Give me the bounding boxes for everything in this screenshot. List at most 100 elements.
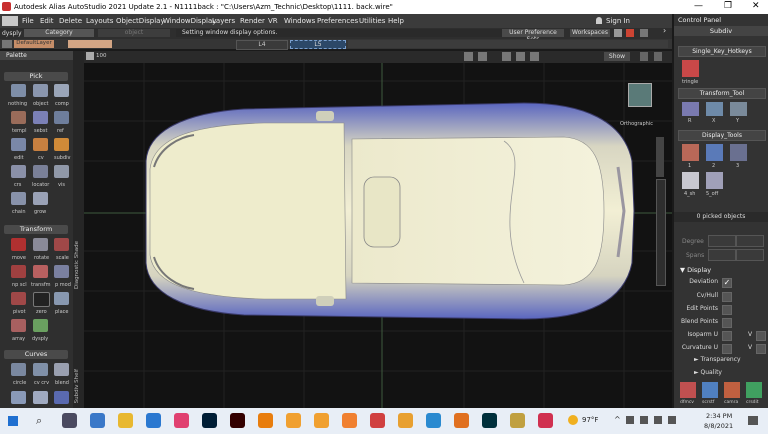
object-dropdown[interactable]: object — [98, 29, 170, 37]
transform-array-icon[interactable] — [11, 319, 26, 332]
workspaces-button[interactable]: Workspaces — [570, 29, 610, 37]
subdiv-tab[interactable]: Subdiv — [674, 26, 768, 36]
hotkeys-button[interactable]: Single_Key_Hotkeys — [678, 46, 766, 57]
blendpoints-row[interactable]: Blend Points — [676, 316, 766, 328]
menu-delete[interactable]: Delete — [59, 17, 82, 25]
view-icon-4[interactable] — [516, 52, 525, 61]
diagnostic-shade-tab[interactable]: Diagnostic Shade — [74, 241, 80, 289]
autodesk-icon-2[interactable] — [314, 413, 329, 428]
pick-cv-icon[interactable] — [33, 138, 48, 151]
pick-chain-icon[interactable] — [11, 192, 26, 205]
curves-text-icon[interactable] — [54, 391, 69, 404]
pick-ref-icon[interactable] — [54, 111, 69, 124]
shelf-icon[interactable] — [2, 16, 18, 26]
display-tools-button[interactable]: Display_Tools — [678, 130, 766, 141]
editpoints-row[interactable]: Edit Points — [676, 303, 766, 315]
app-icon-b[interactable] — [510, 413, 525, 428]
pick-vis-icon[interactable] — [54, 165, 69, 178]
close-icon[interactable]: ✕ — [752, 1, 760, 11]
degree-field-1[interactable] — [708, 235, 736, 247]
panel-collapse-icon[interactable]: › — [663, 26, 666, 35]
transform-y-icon[interactable] — [730, 102, 747, 116]
isoparm-v-checkbox[interactable] — [756, 331, 766, 341]
curves-circle-icon[interactable] — [11, 363, 26, 376]
view-icon-7[interactable] — [654, 52, 662, 61]
transform-rotate-icon[interactable] — [33, 238, 48, 251]
transform-pivot-icon[interactable] — [11, 292, 26, 305]
display-1-icon[interactable] — [682, 144, 699, 161]
menu-layers[interactable]: Layers — [212, 17, 235, 25]
sign-in-link[interactable]: Sign In — [606, 17, 630, 25]
subdiv-shelf-tab[interactable]: Subdiv Shelf — [74, 369, 80, 403]
autodesk-icon-1[interactable] — [286, 413, 301, 428]
transform-r-icon[interactable] — [682, 102, 699, 116]
menu-utilities[interactable]: Utilities — [359, 17, 385, 25]
editpoints-checkbox[interactable] — [722, 305, 732, 315]
pick-object-icon[interactable] — [33, 84, 48, 97]
curvature-u-checkbox[interactable] — [722, 344, 732, 354]
photoshop-icon[interactable] — [202, 413, 217, 428]
app-icon-c[interactable] — [538, 413, 553, 428]
chrome-icon[interactable] — [174, 413, 189, 428]
explorer-icon[interactable] — [118, 413, 133, 428]
vred-icon[interactable] — [398, 413, 413, 428]
view-cube[interactable] — [628, 83, 652, 107]
show-button[interactable]: Show — [604, 52, 630, 61]
edge-icon[interactable] — [90, 413, 105, 428]
cvhull-row[interactable]: Cv/Hull — [676, 290, 766, 302]
transparency-section[interactable]: ► Transparency — [694, 356, 741, 363]
layer-l4-tab[interactable]: L4 — [236, 40, 288, 50]
view-icon-3[interactable] — [502, 52, 511, 61]
view-icon-6[interactable] — [640, 52, 648, 61]
display-section-header[interactable]: ▼ Display — [680, 266, 711, 274]
pick-locator-icon[interactable] — [33, 165, 48, 178]
curvature-row[interactable]: Curvature UV — [676, 342, 766, 354]
weather-icon[interactable] — [568, 415, 578, 425]
view-icon-2[interactable] — [478, 52, 487, 61]
curvature-v-checkbox[interactable] — [756, 344, 766, 354]
layer-icon[interactable] — [2, 40, 12, 48]
menu-layouts[interactable]: Layouts — [86, 17, 113, 25]
dfmcv-icon[interactable] — [680, 382, 696, 398]
menu-edit[interactable]: Edit — [40, 17, 54, 25]
section-transform[interactable]: Transform — [4, 225, 68, 234]
layer-l5-tab[interactable]: L5 — [290, 40, 346, 49]
fusion-icon[interactable] — [342, 413, 357, 428]
pick-comp-icon[interactable] — [54, 84, 69, 97]
degree-field-2[interactable] — [736, 235, 764, 247]
pick-sebst-icon[interactable] — [33, 111, 48, 124]
viewport-canvas[interactable] — [84, 51, 672, 408]
curves-cvcrv-icon[interactable] — [33, 363, 48, 376]
viewport-scrollbar[interactable] — [656, 179, 666, 286]
transform-pmod-icon[interactable] — [54, 265, 69, 278]
display-5off-icon[interactable] — [706, 172, 723, 189]
transform-move-icon[interactable] — [11, 238, 26, 251]
section-curves[interactable]: Curves — [4, 350, 68, 359]
search-icon[interactable]: ⌕ — [36, 414, 42, 428]
clock-time[interactable]: 2:34 PM — [706, 412, 732, 420]
pick-subdiv-icon[interactable] — [54, 138, 69, 151]
user-preference-sets-button[interactable]: User Preference Sets — [502, 29, 564, 43]
pick-templ-icon[interactable] — [11, 111, 26, 124]
minimize-icon[interactable]: — — [694, 1, 703, 11]
maximize-icon[interactable]: ❐ — [724, 1, 732, 11]
transform-tool-button[interactable]: Transform_Tool — [678, 88, 766, 99]
start-icon[interactable] — [8, 416, 18, 426]
transform-transfm-icon[interactable] — [33, 265, 48, 278]
display-3-icon[interactable] — [730, 144, 747, 161]
pick-nothing-icon[interactable] — [11, 84, 26, 97]
display-2-icon[interactable] — [706, 144, 723, 161]
menu-render[interactable]: Render — [240, 17, 265, 25]
view-toolbar[interactable] — [656, 137, 664, 177]
workspace-red-icon[interactable] — [626, 29, 634, 37]
pick-grow-icon[interactable] — [33, 192, 48, 205]
settings-icon[interactable] — [426, 413, 441, 428]
curves-blend-icon[interactable] — [54, 363, 69, 376]
display-4sh-icon[interactable] — [682, 172, 699, 189]
transform-npscl-icon[interactable] — [11, 265, 26, 278]
volume-icon[interactable] — [654, 416, 662, 424]
clock-date[interactable]: 8/8/2021 — [704, 422, 733, 430]
language-icon[interactable] — [668, 416, 676, 424]
deviation-row[interactable]: Deviation ✓ — [676, 276, 766, 288]
isoparm-u-checkbox[interactable] — [722, 331, 732, 341]
